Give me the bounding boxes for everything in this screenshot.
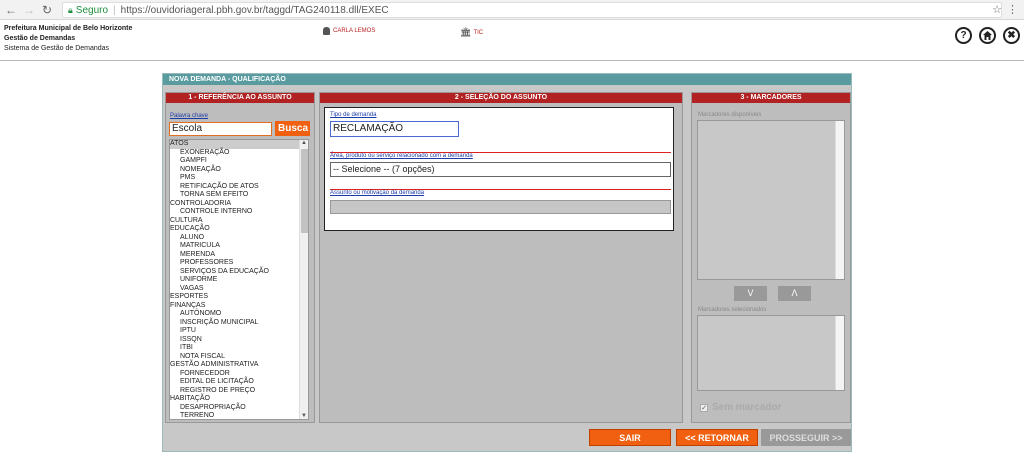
form-title: NOVA DEMANDA - QUALIFICAÇÃO (163, 74, 851, 85)
secure-label: Seguro (75, 4, 109, 16)
tree-subitem[interactable]: CONTROLE INTERNO (170, 208, 308, 217)
tree-subitem[interactable]: PMS (170, 174, 308, 183)
address-separator: | (113, 4, 116, 16)
url-text[interactable]: https://ouvidoriageral.pbh.gov.br/taggd/… (121, 5, 389, 16)
next-button[interactable]: PROSSEGUIR >> (761, 429, 851, 446)
available-markers-list[interactable] (697, 120, 845, 280)
help-button[interactable]: ? (955, 27, 972, 44)
tree-subitem[interactable]: IPTU (170, 327, 308, 336)
tree-category[interactable]: ESPORTES (170, 293, 308, 302)
tree-category[interactable]: EDUCAÇÃO (170, 225, 308, 234)
exit-button[interactable]: SAIR (589, 429, 671, 446)
markers-panel: 3 - MARCADORES Marcadores disponíveis V … (691, 92, 851, 423)
scroll-thumb[interactable] (301, 149, 308, 233)
help-icon: ? (960, 30, 967, 41)
tree-subitem[interactable]: TORNA SEM EFEITO (170, 191, 308, 200)
tree-subitem[interactable]: AUTÔNOMO (170, 310, 308, 319)
tree-subitem[interactable]: EDITAL DE LICITAÇÃO (170, 378, 308, 387)
selected-markers-scrollbar[interactable] (835, 316, 844, 390)
search-button[interactable]: Busca (275, 121, 310, 136)
tree-category[interactable]: FINANÇAS (170, 302, 308, 311)
bookmark-star-icon[interactable]: ☆ (992, 3, 1002, 16)
subject-label: Assunto ou motivação da demanda (330, 190, 425, 196)
tree-subitem[interactable]: ALUNO (170, 234, 308, 243)
area-label: Área, produto ou serviço relacionado com… (330, 153, 473, 159)
scroll-up-icon[interactable]: ▲ (301, 140, 307, 146)
back-button[interactable]: << RETORNAR (676, 429, 758, 446)
subject-tree-rows: ATOS EXONERAÇÃO GAMPFI NOMEAÇÃO PMS RETIFICAÇ… (170, 140, 308, 419)
back-arrow-icon[interactable]: ← (4, 3, 18, 17)
area-select[interactable]: -- Selecione -- (7 opções) (330, 162, 671, 177)
no-marker-checkbox[interactable]: ✓ (700, 403, 708, 412)
user-name: CARLA LEMOS (333, 28, 376, 34)
user-icon (323, 27, 330, 35)
address-bar[interactable]: 🔒︎ Seguro | https://ouvidoriageral.pbh.g… (62, 2, 1002, 18)
demand-type-label: Tipo de demanda (330, 112, 377, 118)
move-up-button[interactable]: Λ (778, 286, 811, 301)
subject-select[interactable] (330, 200, 671, 214)
tree-subitem[interactable]: ITBI (170, 344, 308, 353)
tree-category[interactable]: ATOS (170, 140, 308, 149)
tree-subitem[interactable]: NOMEAÇÃO (170, 166, 308, 175)
tree-subitem[interactable]: EXONERAÇÃO (170, 149, 308, 158)
selected-markers-label: Marcadores selecionados (698, 307, 767, 313)
tree-subitem[interactable]: PROFESSORES (170, 259, 308, 268)
tree-subitem[interactable]: UNIFORME (170, 276, 308, 285)
reload-icon[interactable]: ↻ (40, 3, 54, 17)
close-icon: ✖ (1007, 30, 1016, 41)
org-module: Gestão de Demandas (4, 35, 76, 42)
tree-subitem[interactable]: FORNECEDOR (170, 370, 308, 379)
app-header: Prefeitura Municipal de Belo Horizonte G… (0, 21, 1024, 61)
org-system: Sistema de Gestão de Demandas (4, 45, 110, 52)
tree-subitem[interactable]: ISSQN (170, 336, 308, 345)
tree-subitem[interactable]: MATRICULA (170, 242, 308, 251)
no-marker-label: Sem marcador (712, 402, 782, 413)
close-button[interactable]: ✖ (1003, 27, 1020, 44)
tree-subitem[interactable]: TERRENO (170, 412, 308, 419)
subject-tree[interactable]: ATOS EXONERAÇÃO GAMPFI NOMEAÇÃO PMS RETIFICAÇ… (169, 139, 309, 420)
browser-toolbar: ← → ↻ 🔒︎ Seguro | https://ouvidoriageral… (0, 0, 1024, 20)
qualification-form: NOVA DEMANDA - QUALIFICAÇÃO 1 - REFERÊNC… (162, 73, 852, 452)
subject-selection-panel: 2 - SELEÇÃO DO ASSUNTO Tipo de demanda R… (319, 92, 683, 423)
tree-scrollbar[interactable]: ▲ ▼ (299, 140, 308, 419)
browser-menu-icon[interactable]: ⋮ (1007, 3, 1018, 16)
tree-category[interactable]: CULTURA (170, 217, 308, 226)
org-name: Prefeitura Municipal de Belo Horizonte (4, 25, 133, 32)
tree-category[interactable]: GESTÃO ADMINISTRATIVA (170, 361, 308, 370)
scroll-down-icon[interactable]: ▼ (301, 413, 307, 419)
user-link[interactable]: CARLA LEMOS (323, 27, 375, 35)
tree-subitem[interactable]: NOTA FISCAL (170, 353, 308, 362)
home-button[interactable] (979, 27, 996, 44)
reference-panel-title: 1 - REFERÊNCIA AO ASSUNTO (166, 93, 314, 103)
keyword-label: Palavra chave (170, 113, 209, 119)
markers-panel-title: 3 - MARCADORES (692, 93, 850, 103)
no-marker-option[interactable]: ✓ Sem marcador (700, 402, 781, 413)
tree-subitem[interactable]: REGISTRO DE PREÇO (170, 387, 308, 396)
building-icon: 🏛︎ (460, 27, 472, 37)
tree-subitem[interactable]: GAMPFI (170, 157, 308, 166)
tree-subitem[interactable]: INSCRIÇÃO MUNICIPAL (170, 319, 308, 328)
tree-category[interactable]: HABITAÇÃO (170, 395, 308, 404)
tree-subitem[interactable]: DESAPROPRIAÇÃO (170, 404, 308, 413)
tic-link[interactable]: 🏛︎ TIC (460, 27, 483, 38)
keyword-input[interactable]: Escola (169, 122, 272, 136)
selected-markers-list[interactable] (697, 315, 845, 391)
reference-panel: 1 - REFERÊNCIA AO ASSUNTO Palavra chave … (165, 92, 315, 423)
home-icon (983, 31, 992, 40)
tree-category[interactable]: CONTROLADORIA (170, 200, 308, 209)
tic-label: TIC (473, 29, 484, 36)
move-down-button[interactable]: V (734, 286, 767, 301)
available-markers-label: Marcadores disponíveis (698, 112, 762, 118)
tree-subitem[interactable]: MERENDA (170, 251, 308, 260)
available-markers-scrollbar[interactable] (835, 121, 844, 279)
tree-subitem[interactable]: SERVIÇOS DA EDUCAÇÃO (170, 268, 308, 277)
org-block: Prefeitura Municipal de Belo Horizonte G… (4, 24, 132, 54)
subject-selection-box: Tipo de demanda RECLAMAÇÃO Área, produto… (324, 107, 674, 231)
subject-panel-title: 2 - SELEÇÃO DO ASSUNTO (320, 93, 682, 103)
forward-arrow-icon[interactable]: → (22, 3, 36, 17)
lock-icon: 🔒︎ (68, 4, 73, 15)
tree-subitem[interactable]: VAGAS (170, 285, 308, 294)
demand-type-select[interactable]: RECLAMAÇÃO (330, 121, 459, 137)
tree-subitem[interactable]: RETIFICAÇÃO DE ATOS (170, 183, 308, 192)
